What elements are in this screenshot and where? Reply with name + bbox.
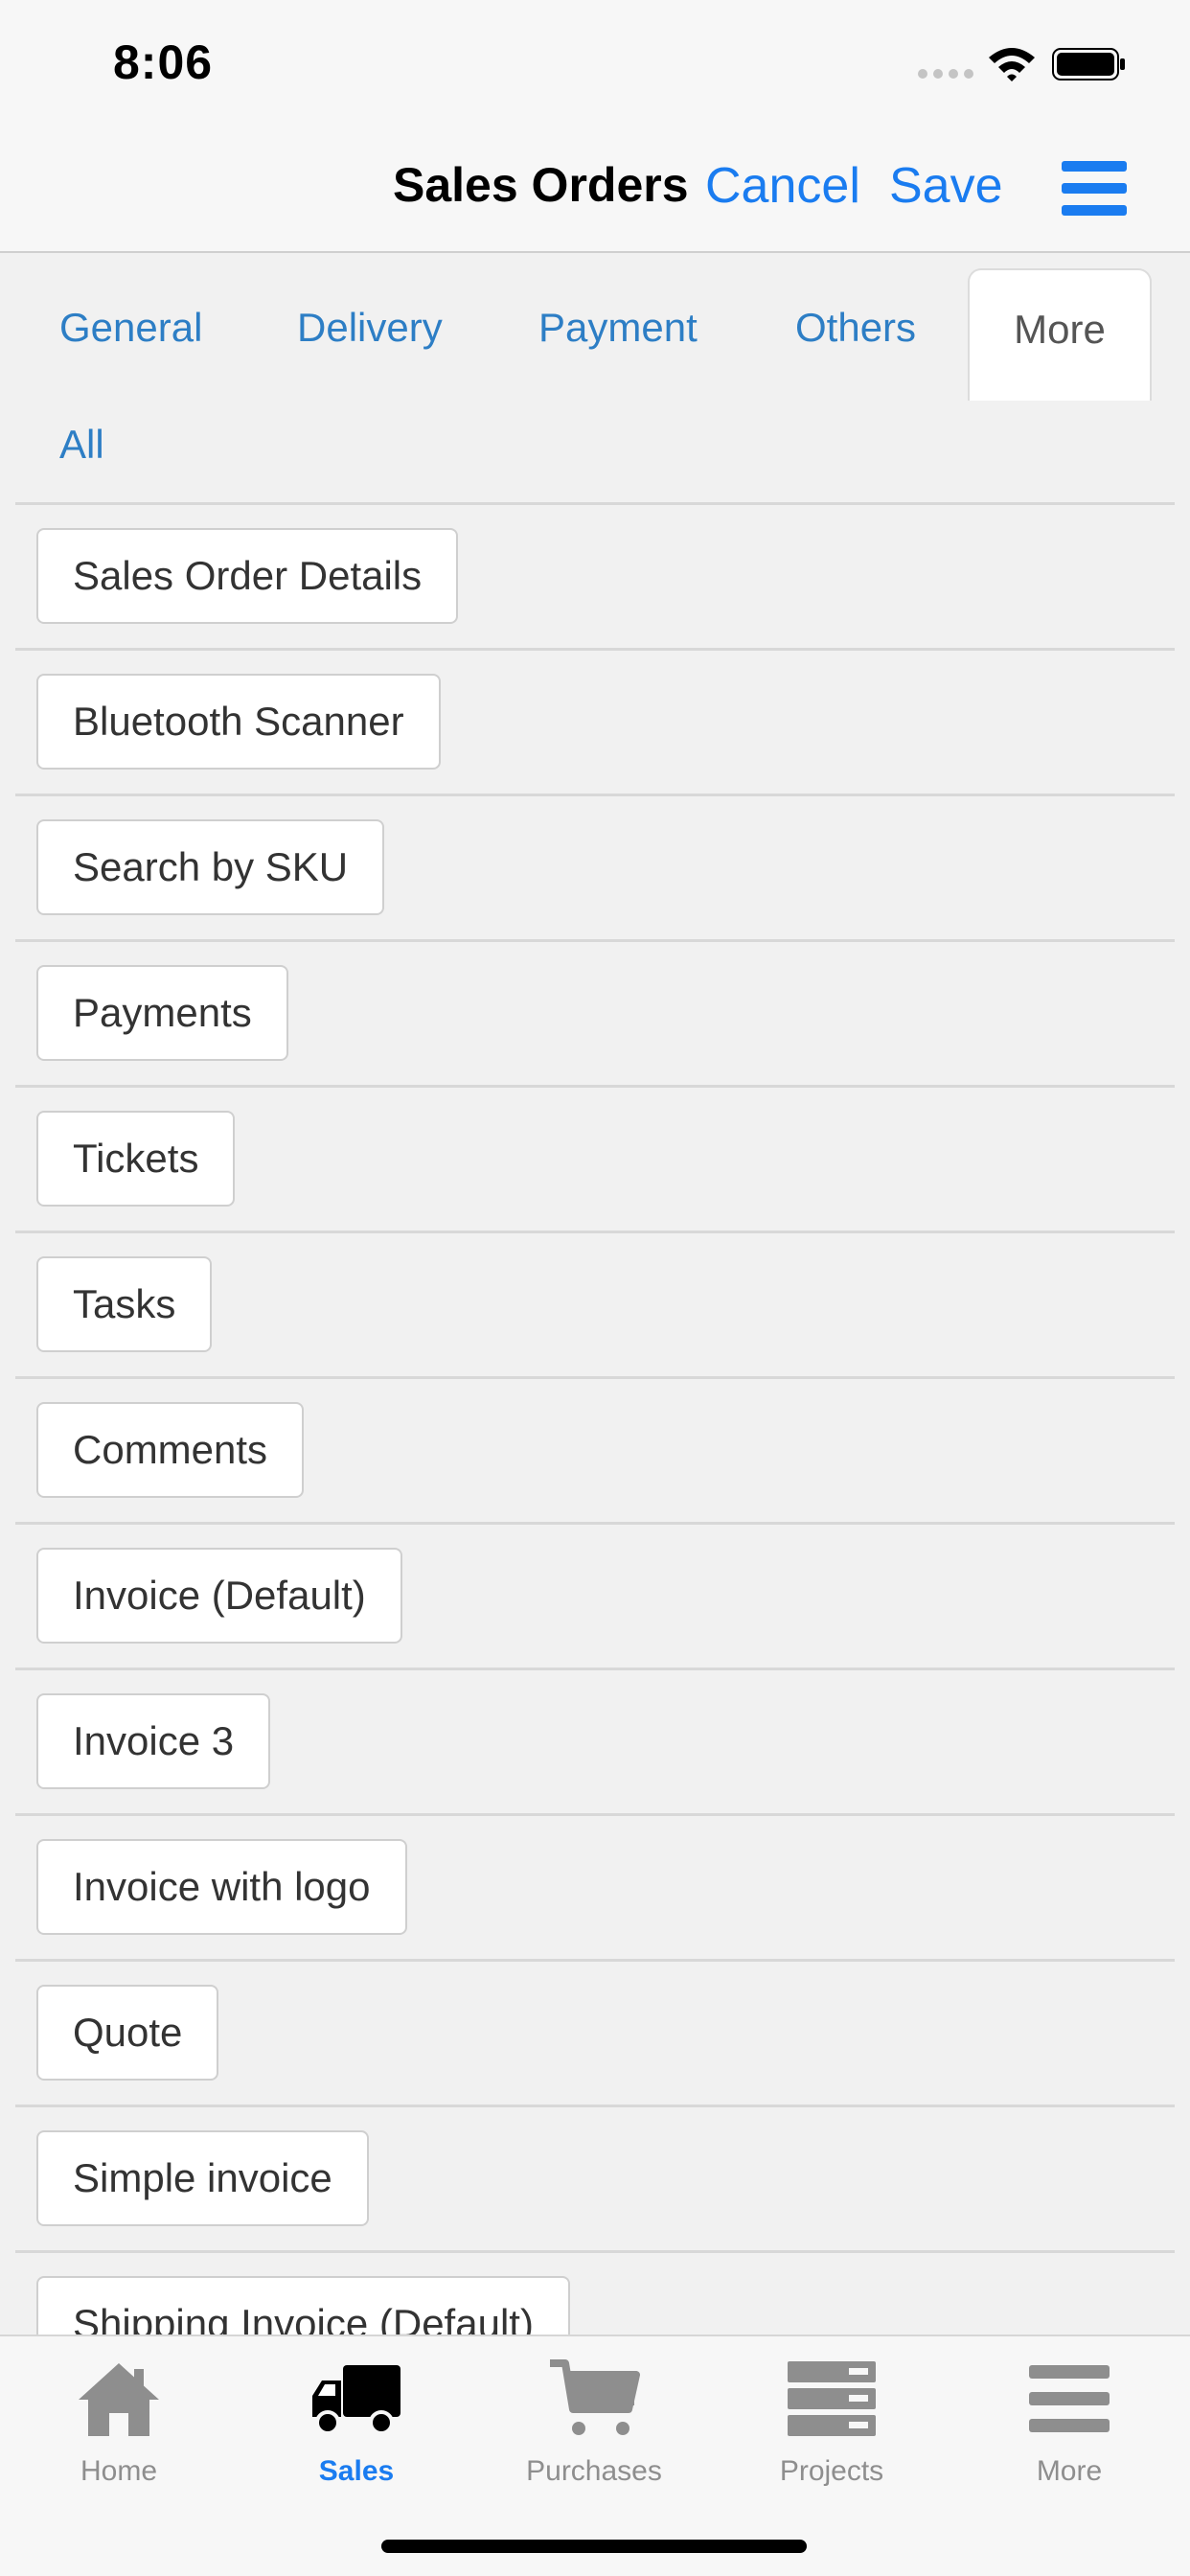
list-item: Tasks bbox=[15, 1230, 1175, 1376]
invoice-with-logo-button[interactable]: Invoice with logo bbox=[36, 1839, 407, 1935]
tab-bar-label: Purchases bbox=[526, 2455, 662, 2487]
truck-icon bbox=[312, 2365, 400, 2435]
tab-others[interactable]: Others bbox=[795, 305, 916, 351]
list-item: Sales Order Details bbox=[15, 502, 1175, 648]
search-by-sku-button[interactable]: Search by SKU bbox=[36, 819, 385, 915]
tab-bar-purchases[interactable]: Purchases bbox=[475, 2356, 713, 2488]
list-item: Bluetooth Scanner bbox=[15, 648, 1175, 794]
navigation-bar: Sales Orders Cancel Save bbox=[0, 126, 1190, 253]
wifi-icon bbox=[989, 48, 1035, 81]
tab-bar-projects[interactable]: Projects bbox=[713, 2356, 950, 2488]
tab-bar-more[interactable]: More bbox=[950, 2356, 1188, 2488]
tab-bar-label: Projects bbox=[779, 2455, 884, 2487]
list-item: Shipping Invoice (Default) bbox=[15, 2250, 1175, 2334]
list-item: Invoice with logo bbox=[15, 1813, 1175, 1959]
comments-button[interactable]: Comments bbox=[36, 1402, 305, 1498]
tab-more[interactable]: More bbox=[968, 268, 1152, 401]
home-icon bbox=[79, 2363, 159, 2436]
battery-icon bbox=[1052, 48, 1125, 80]
cancel-button[interactable]: Cancel bbox=[705, 157, 860, 215]
simple-invoice-button[interactable]: Simple invoice bbox=[36, 2130, 369, 2226]
save-button[interactable]: Save bbox=[889, 157, 1003, 215]
section-tabs: General Delivery Payment Others More All bbox=[0, 255, 1190, 506]
tab-bar-label: More bbox=[1036, 2455, 1103, 2487]
list-item: Tickets bbox=[15, 1085, 1175, 1230]
status-bar: 8:06 bbox=[0, 0, 1190, 126]
tasks-button[interactable]: Tasks bbox=[36, 1256, 213, 1352]
tab-delivery[interactable]: Delivery bbox=[297, 305, 443, 351]
tab-general[interactable]: General bbox=[59, 305, 202, 351]
bluetooth-scanner-button[interactable]: Bluetooth Scanner bbox=[36, 674, 441, 770]
tab-bar-home[interactable]: Home bbox=[0, 2356, 238, 2488]
tab-bar-sales[interactable]: Sales bbox=[238, 2356, 475, 2488]
sales-order-details-button[interactable]: Sales Order Details bbox=[36, 528, 459, 624]
status-time: 8:06 bbox=[113, 35, 214, 89]
server-icon bbox=[788, 2361, 876, 2436]
invoice-default-button[interactable]: Invoice (Default) bbox=[36, 1548, 402, 1644]
tab-all[interactable]: All bbox=[59, 422, 104, 468]
cellular-signal-icon bbox=[918, 69, 973, 79]
tab-bar-label: Home bbox=[80, 2455, 158, 2487]
list-item: Quote bbox=[15, 1959, 1175, 2104]
menu-icon[interactable] bbox=[1062, 161, 1127, 217]
tab-payment[interactable]: Payment bbox=[538, 305, 698, 351]
section-list: Sales Order Details Bluetooth Scanner Se… bbox=[15, 502, 1175, 2334]
list-item: Search by SKU bbox=[15, 794, 1175, 939]
list-item: Invoice 3 bbox=[15, 1668, 1175, 1813]
menu-icon bbox=[1029, 2365, 1110, 2432]
list-item: Payments bbox=[15, 939, 1175, 1085]
home-indicator bbox=[381, 2540, 807, 2553]
quote-button[interactable]: Quote bbox=[36, 1985, 219, 2081]
list-item: Comments bbox=[15, 1376, 1175, 1522]
tickets-button[interactable]: Tickets bbox=[36, 1111, 236, 1207]
shipping-invoice-default-button[interactable]: Shipping Invoice (Default) bbox=[36, 2276, 570, 2334]
page-title: Sales Orders bbox=[393, 158, 689, 212]
payments-button[interactable]: Payments bbox=[36, 965, 288, 1061]
cart-icon bbox=[550, 2359, 640, 2435]
invoice-3-button[interactable]: Invoice 3 bbox=[36, 1693, 271, 1789]
list-item: Simple invoice bbox=[15, 2104, 1175, 2250]
tab-bar-label: Sales bbox=[318, 2455, 395, 2487]
list-item: Invoice (Default) bbox=[15, 1522, 1175, 1668]
